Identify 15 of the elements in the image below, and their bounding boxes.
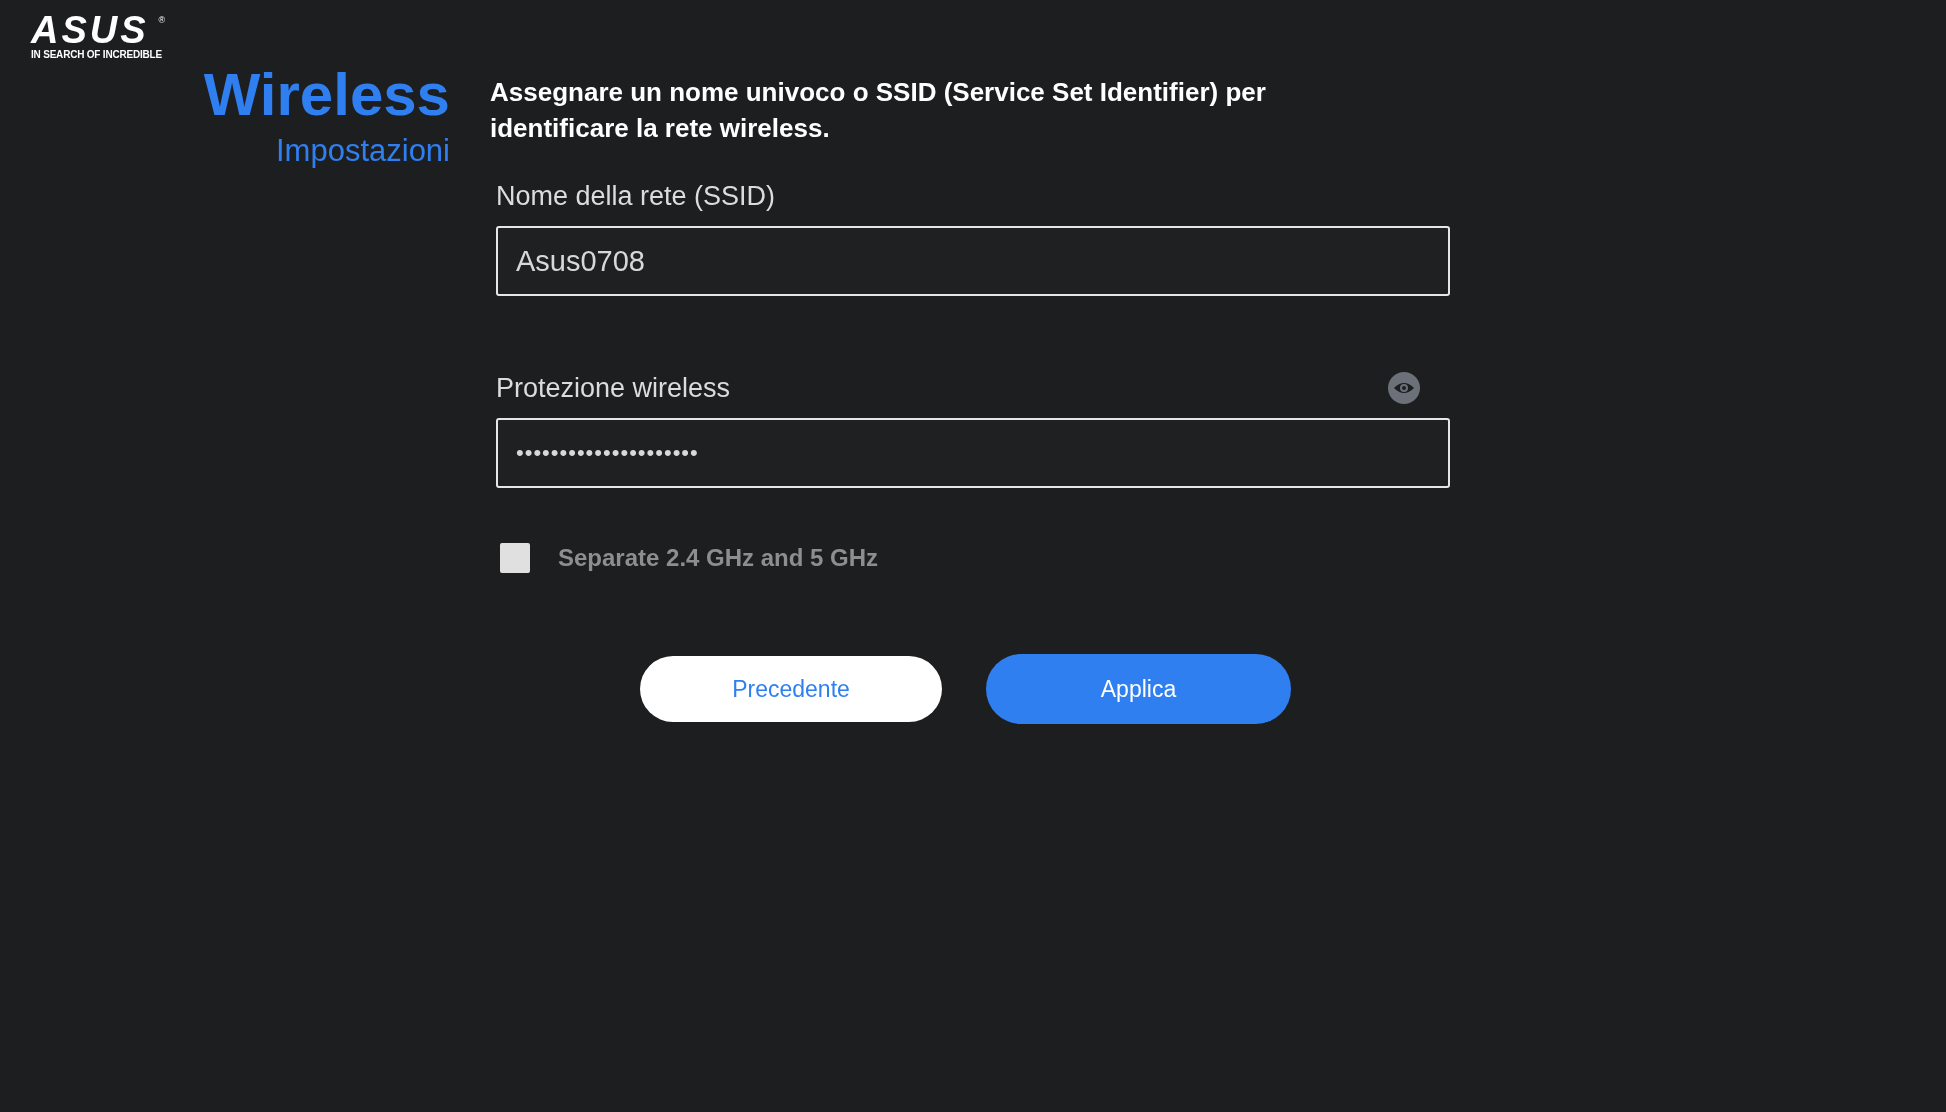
field-label: Nome della rete (SSID): [496, 179, 776, 213]
logo-tagline: IN SEARCH OF INCREDIBLE: [31, 48, 162, 62]
network-name-field[interactable]: Asus0708: [496, 226, 1450, 296]
page-title: Wireless: [203, 62, 450, 128]
field-label: Protezione wireless: [496, 371, 731, 405]
page-subtitle: Impostazioni: [275, 132, 450, 170]
checkbox[interactable]: [500, 543, 530, 573]
registered-mark: ®: [158, 14, 166, 27]
password-field[interactable]: •••••••••••••••••••••: [496, 418, 1450, 488]
show-password-icon[interactable]: [1388, 372, 1420, 404]
apply-button[interactable]: Applica: [986, 654, 1291, 724]
back-button[interactable]: Precedente: [640, 656, 942, 722]
logo-wordmark: ASUS: [31, 14, 149, 46]
checkbox-label: Separate 2.4 GHz and 5 GHz: [558, 543, 879, 573]
description: Assegnare un nome univoco o SSID (Service Set Identifier) per identificare la rete wireless.: [490, 76, 1267, 145]
